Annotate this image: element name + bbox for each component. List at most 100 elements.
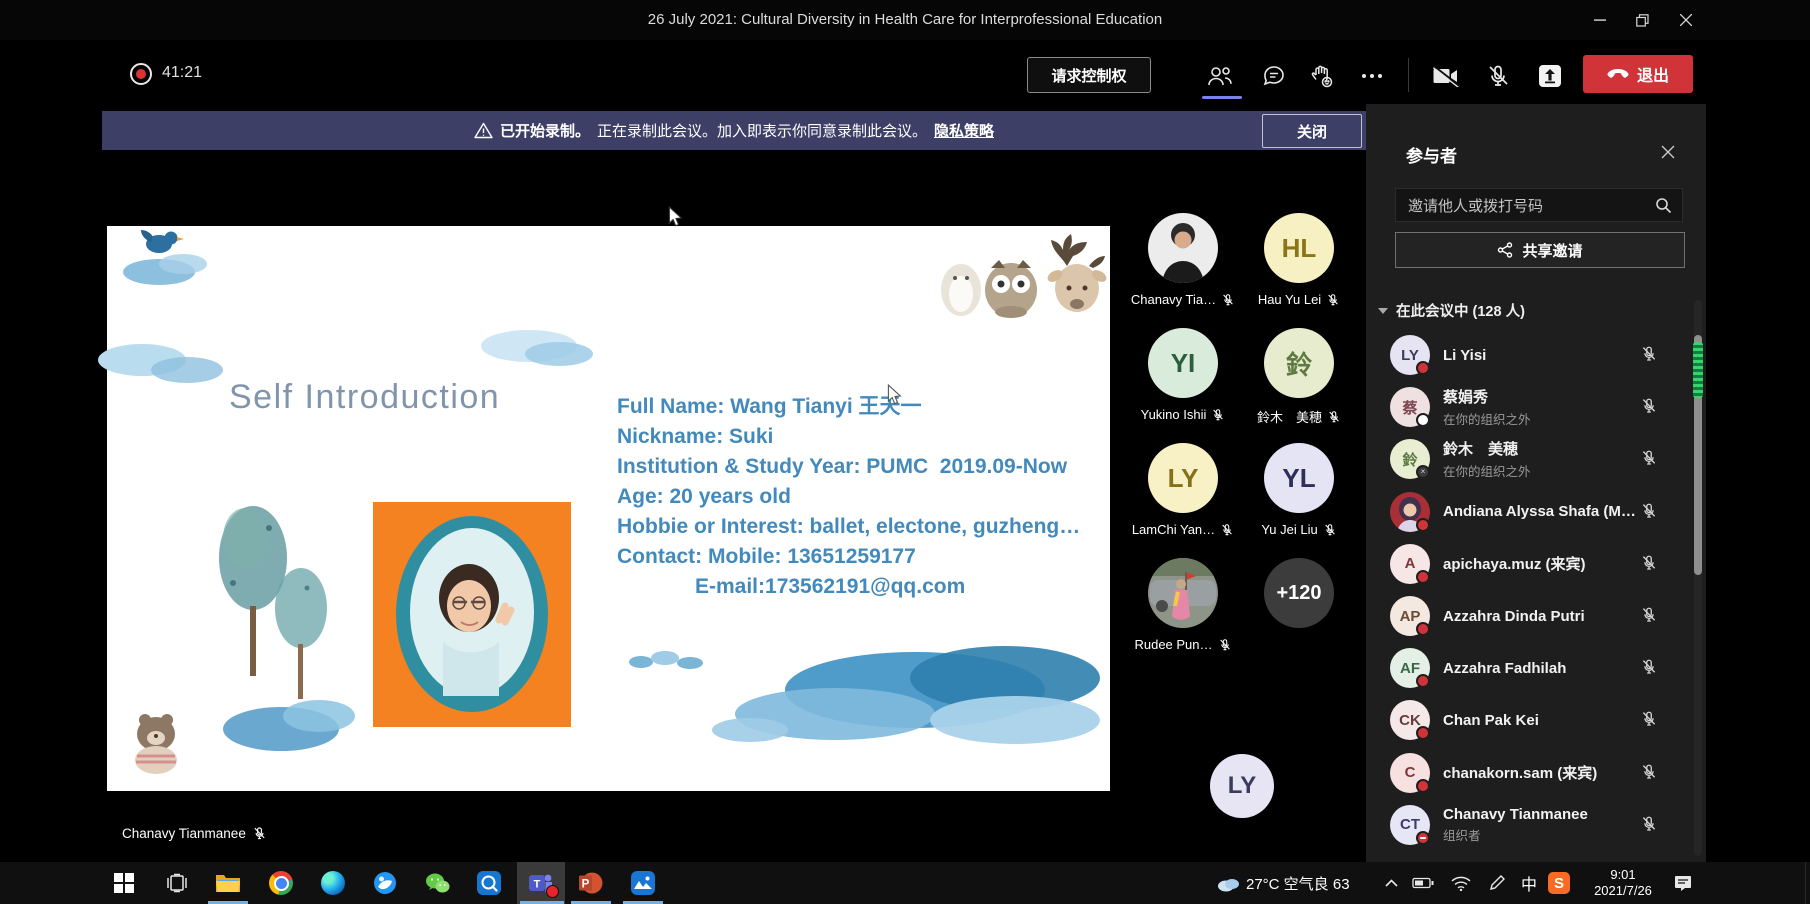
camera-off-icon[interactable] <box>1424 58 1468 94</box>
mic-off-icon[interactable] <box>1640 763 1658 781</box>
cloud-icon <box>1216 874 1240 892</box>
banner-title: 已开始录制。 <box>500 120 590 141</box>
search-icon <box>1655 197 1672 214</box>
show-desktop-button[interactable] <box>1805 862 1810 904</box>
share-invite-button[interactable]: 共享邀请 <box>1395 232 1685 268</box>
video-tile[interactable]: HL <box>1264 213 1334 283</box>
teams-notification-badge <box>546 885 559 898</box>
status-badge: × <box>1416 465 1430 479</box>
mic-off-icon[interactable] <box>1476 58 1520 94</box>
close-button[interactable] <box>1664 0 1707 40</box>
participant-row[interactable]: APAzzahra Dinda Putri <box>1366 590 1688 642</box>
mic-off-icon <box>1326 293 1340 307</box>
participant-video-avatar <box>1148 558 1218 628</box>
video-tile[interactable]: YI <box>1148 328 1218 398</box>
recording-banner: 已开始录制。 正在录制此会议。加入即表示你同意录制此会议。 隐私策略 关闭 <box>102 111 1366 150</box>
participant-texts: Chanavy Tianmanee组织者 <box>1443 799 1588 851</box>
status-badge <box>1416 779 1430 793</box>
self-video-tile[interactable]: LY <box>1210 754 1274 818</box>
edge-icon[interactable] <box>310 862 356 904</box>
participant-initials-avatar: YI <box>1148 328 1218 398</box>
mic-off-icon[interactable] <box>1640 345 1658 363</box>
sogou-icon[interactable]: S <box>1548 862 1570 904</box>
participant-row[interactable]: CKChan Pak Kei <box>1366 694 1688 746</box>
slide-title: Self Introduction <box>229 378 500 417</box>
restore-button[interactable] <box>1621 0 1664 40</box>
video-tile[interactable] <box>1148 213 1218 283</box>
video-tile[interactable]: YL <box>1264 443 1334 513</box>
mic-off-icon[interactable] <box>1640 658 1658 676</box>
scrollbar-activity-indicator <box>1693 342 1703 398</box>
svg-text:T: T <box>533 879 540 891</box>
raise-hand-icon[interactable] <box>1300 58 1344 94</box>
participant-row[interactable]: Cchanakorn.sam (来宾) <box>1366 747 1688 799</box>
privacy-policy-link[interactable]: 隐私策略 <box>934 120 994 141</box>
participant-name: 鈴木 美穂 <box>1257 407 1322 426</box>
request-control-button[interactable]: 请求控制权 <box>1027 57 1151 93</box>
wechat-icon[interactable] <box>414 862 460 904</box>
share-screen-icon[interactable] <box>1528 58 1572 94</box>
overflow-count-tile[interactable]: +120 <box>1264 558 1334 628</box>
people-icon[interactable] <box>1198 58 1242 94</box>
mic-off-icon[interactable] <box>1640 449 1658 467</box>
powerpoint-icon[interactable]: P <box>568 862 614 904</box>
slide-bird-decoration <box>121 214 213 286</box>
in-meeting-section-header[interactable]: 在此会议中 (128 人) <box>1378 300 1525 321</box>
participant-row[interactable]: LYLi Yisi <box>1366 329 1688 381</box>
participant-subtitle: 在你的组织之外 <box>1443 409 1531 428</box>
video-tile[interactable] <box>1148 558 1218 628</box>
slide-text-block: Full Name: Wang Tianyi 王天一Nickname: Suki… <box>617 392 1080 602</box>
participant-row[interactable]: 蔡蔡娟秀在你的组织之外 <box>1366 381 1688 433</box>
mouse-cursor <box>666 206 686 228</box>
video-tile[interactable]: LY <box>1148 443 1218 513</box>
mic-off-icon[interactable] <box>1640 606 1658 624</box>
taskbar-clock[interactable]: 9:01 2021/7/26 <box>1582 862 1664 904</box>
mic-off-icon[interactable] <box>1640 502 1658 520</box>
browser-icon[interactable] <box>362 862 408 904</box>
minimize-button[interactable] <box>1578 0 1621 40</box>
chevron-down-icon <box>1378 308 1388 314</box>
blue-app-icon[interactable] <box>466 862 512 904</box>
mic-off-icon[interactable] <box>1640 815 1658 833</box>
task-view-button[interactable] <box>154 862 200 904</box>
chat-icon[interactable] <box>1252 58 1296 94</box>
mic-off-icon[interactable] <box>1640 554 1658 572</box>
more-options-icon[interactable] <box>1350 58 1394 94</box>
hidden-icons-chevron[interactable] <box>1376 862 1406 904</box>
leave-meeting-button[interactable]: 退出 <box>1583 55 1693 93</box>
ime-indicator[interactable]: 中 <box>1514 862 1544 904</box>
banner-close-button[interactable]: 关闭 <box>1262 114 1362 148</box>
mic-off-icon[interactable] <box>1640 397 1658 415</box>
participant-name: Rudee Pun… <box>1134 637 1212 652</box>
status-badge <box>1416 518 1430 532</box>
file-explorer-icon[interactable] <box>205 862 251 904</box>
start-button[interactable] <box>101 862 147 904</box>
banner-message: 正在录制此会议。加入即表示你同意录制此会议。 <box>597 120 927 141</box>
pen-icon[interactable] <box>1482 862 1512 904</box>
action-center-icon[interactable] <box>1668 862 1698 904</box>
battery-icon[interactable] <box>1408 862 1438 904</box>
participant-row[interactable]: 鈴×鈴木 美穂在你的组织之外 <box>1366 433 1688 485</box>
participant-row[interactable]: Andiana Alyssa Shafa (Medici… <box>1366 486 1688 538</box>
status-badge <box>1416 674 1430 688</box>
participant-row[interactable]: Aapichaya.muz (来宾) <box>1366 538 1688 590</box>
video-tile[interactable]: 鈴 <box>1264 328 1334 398</box>
windows-taskbar: T P 27°C 空气良 63 中 S <box>0 862 1810 904</box>
participant-texts: chanakorn.sam (来宾) <box>1443 747 1597 799</box>
wifi-icon[interactable] <box>1446 862 1476 904</box>
status-badge <box>1416 570 1430 584</box>
tray-date: 2021/7/26 <box>1594 883 1652 899</box>
invite-search-input[interactable]: 邀请他人或拨打号码 <box>1395 188 1683 222</box>
participant-row[interactable]: CTChanavy Tianmanee组织者 <box>1366 799 1688 851</box>
slide-text-line: Full Name: Wang Tianyi 王天一 <box>617 392 1080 422</box>
participant-initials-avatar: YL <box>1264 443 1334 513</box>
participant-row[interactable]: AFAzzahra Fadhilah <box>1366 642 1688 694</box>
participant-texts: Li Yisi <box>1443 329 1486 381</box>
weather-widget[interactable]: 27°C 空气良 63 <box>1216 862 1350 904</box>
chrome-icon[interactable] <box>258 862 304 904</box>
mountain-app-icon[interactable] <box>620 862 666 904</box>
mic-off-icon[interactable] <box>1640 710 1658 728</box>
teams-icon[interactable]: T <box>517 862 565 904</box>
slide-cloud-dots <box>627 646 707 672</box>
panel-close-icon[interactable] <box>1656 140 1680 164</box>
